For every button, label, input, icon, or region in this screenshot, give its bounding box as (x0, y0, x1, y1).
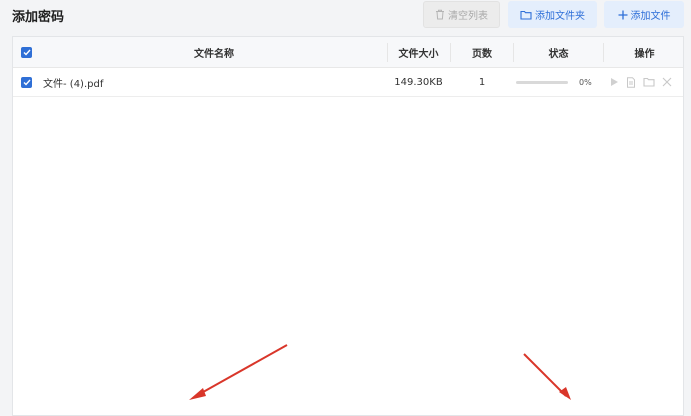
annotation-arrow-right (523, 353, 571, 400)
annotation-arrows (189, 344, 571, 400)
annotation-arrow-left (189, 344, 288, 400)
